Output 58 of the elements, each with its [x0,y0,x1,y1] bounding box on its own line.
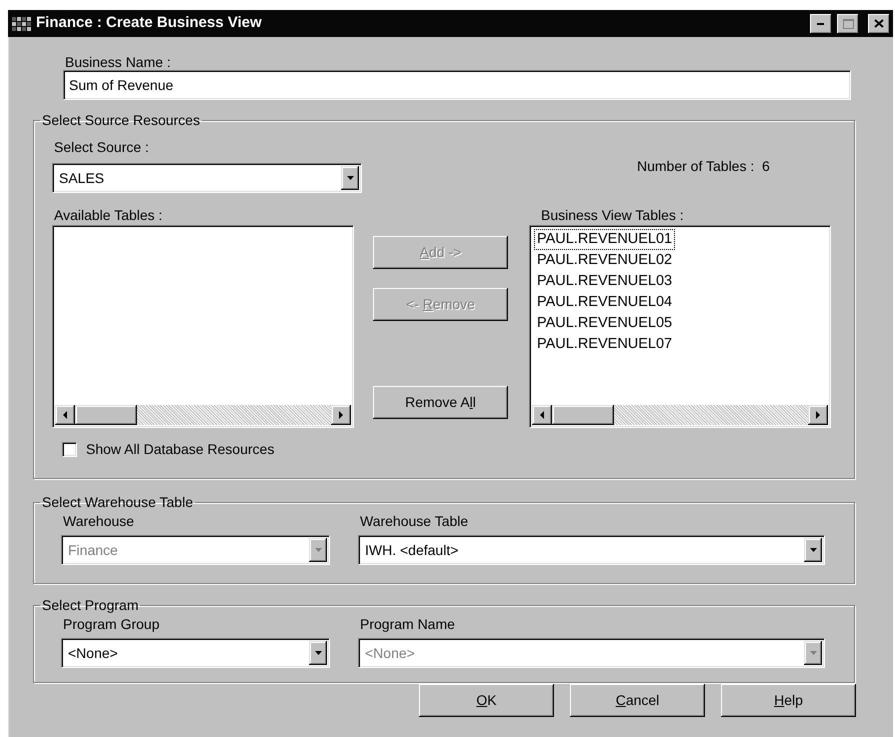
scroll-thumb[interactable] [552,405,614,425]
scrollbar[interactable] [532,405,828,425]
field-label: Warehouse [63,513,134,529]
business-view-tables-list[interactable]: PAUL.REVENUEL01 PAUL.REVENUEL02 PAUL.REVENUEL03 PAUL.REVENUEL04 PAUL.REVENUEL05 PAUL.REVENUEL07 [529,225,831,428]
dropdown-arrow-button[interactable] [341,166,359,190]
list-action-button[interactable]: Remove All [373,386,508,419]
maximize-button[interactable] [837,14,859,34]
field-label: Business View Tables : [541,207,684,223]
field-label: Program Name [360,616,455,632]
close-button[interactable] [868,14,890,34]
caret-icon [314,650,322,656]
scroll-right-button[interactable] [808,405,828,425]
dropdown[interactable]: <None> [61,638,330,668]
source-dropdown[interactable]: SALES [52,163,362,193]
scroll-left-button[interactable] [532,405,552,425]
group-title: Select Warehouse Table [41,494,194,510]
scroll-left-button[interactable] [55,405,75,425]
right-arrow-icon [815,411,821,419]
field-label: Business Name : [65,54,172,70]
list-item[interactable]: PAUL.REVENUEL02 [534,250,676,271]
table-count: Number of Tables : 6 [637,158,770,174]
dialog-button[interactable]: Help [721,684,856,717]
caret-icon [314,547,322,553]
dropdown-arrow-button[interactable] [309,641,327,665]
business-name-field[interactable]: Sum of Revenue [63,70,851,100]
caret-icon [808,650,818,656]
dropdown[interactable]: IWH. <default> [358,535,825,565]
field-label: Available Tables : [54,207,164,223]
window-title: Finance : Create Business View [36,13,263,34]
left-arrow-icon [62,411,68,419]
right-arrow-icon [338,411,344,419]
scroll-right-button[interactable] [331,405,351,425]
left-arrow-icon [539,411,545,419]
group-title: Select Program [41,597,140,613]
list-item[interactable]: PAUL.REVENUEL07 [534,334,676,355]
minimize-button[interactable] [810,14,832,34]
field-label: Select Source : [54,139,149,155]
checkbox-label: Show All Database Resources [86,441,274,457]
field-label: Program Group [63,616,160,632]
caret-icon [346,175,354,181]
dialog-button[interactable]: Cancel [570,684,705,717]
app-grid-icon [12,16,31,31]
list-item[interactable]: PAUL.REVENUEL05 [534,313,676,334]
field-label: Warehouse Table [360,513,468,529]
scrollbar[interactable] [55,405,351,425]
dropdown-arrow-button[interactable] [804,538,822,562]
close-icon [874,19,884,28]
group-title: Select Source Resources [41,112,201,128]
checkbox[interactable] [62,442,77,456]
caret-icon [808,547,818,553]
dialog-button[interactable]: OK [419,684,554,717]
minimize-icon [817,22,825,25]
maximize-icon [842,18,854,28]
available-tables-list[interactable] [52,225,354,428]
list-item[interactable]: PAUL.REVENUEL03 [534,271,676,292]
scroll-thumb[interactable] [75,405,137,425]
list-item[interactable]: PAUL.REVENUEL01 [534,229,676,250]
list-item[interactable]: PAUL.REVENUEL04 [534,292,676,313]
